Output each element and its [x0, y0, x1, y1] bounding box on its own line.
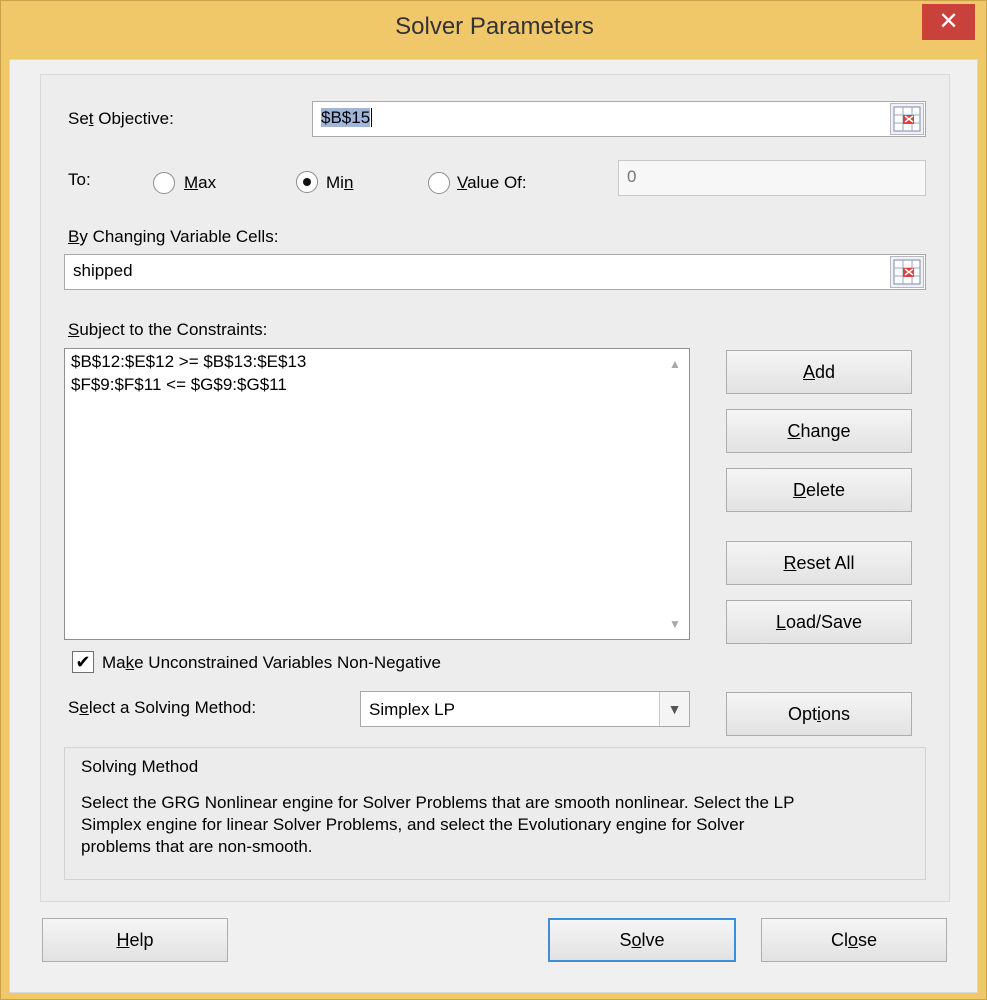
solving-method-label: Select a Solving Method:	[68, 698, 257, 717]
set-objective-label: Set Objective:	[68, 109, 174, 128]
non-negative-checkbox[interactable]: ✔	[72, 651, 94, 673]
range-select-icon	[893, 106, 921, 132]
close-icon: ✕	[938, 8, 959, 35]
solving-method-value: Simplex LP	[369, 700, 455, 719]
objective-value: $B$15	[321, 108, 371, 127]
value-of-radio[interactable]	[428, 172, 450, 194]
description-line: Simplex engine for linear Solver Problem…	[81, 815, 745, 834]
max-radio[interactable]	[153, 172, 175, 194]
variable-cells-label: By Changing Variable Cells:	[68, 227, 279, 246]
scroll-up-icon[interactable]: ▲	[666, 355, 684, 373]
min-radio-selected-dot	[303, 178, 311, 186]
load-save-button[interactable]: Load/Save	[726, 600, 912, 644]
min-label[interactable]: Min	[326, 173, 353, 193]
solver-parameters-window: Solver Parameters ✕ Set Objective: $B$15…	[0, 0, 987, 1000]
close-window-button[interactable]: ✕	[922, 4, 975, 40]
solving-method-description: Solving Method Select the GRG Nonlinear …	[64, 747, 926, 880]
window-title: Solver Parameters	[395, 13, 594, 40]
min-radio[interactable]	[296, 171, 318, 193]
to-label: To:	[68, 170, 91, 189]
chevron-down-icon[interactable]: ▼	[659, 692, 689, 726]
constraints-label: Subject to the Constraints:	[68, 320, 268, 339]
set-objective-input[interactable]: $B$15	[312, 101, 926, 137]
help-button[interactable]: Help	[42, 918, 228, 962]
change-button[interactable]: Change	[726, 409, 912, 453]
variable-cells-range-button[interactable]	[890, 256, 924, 288]
reset-all-button[interactable]: Reset All	[726, 541, 912, 585]
constraints-list[interactable]: $B$12:$E$12 >= $B$13:$E$13 $F$9:$F$11 <=…	[64, 348, 690, 640]
close-button[interactable]: Close	[761, 918, 947, 962]
value-of-label[interactable]: Value Of:	[457, 173, 527, 193]
solve-button[interactable]: Solve	[548, 918, 736, 962]
scroll-down-icon[interactable]: ▼	[666, 615, 684, 633]
max-label[interactable]: Max	[184, 173, 216, 193]
non-negative-label[interactable]: Make Unconstrained Variables Non-Negativ…	[102, 653, 441, 673]
value-of-input[interactable]: 0	[618, 160, 926, 196]
solving-method-select[interactable]: Simplex LP ▼	[360, 691, 690, 727]
description-heading: Solving Method	[81, 757, 199, 776]
delete-button[interactable]: Delete	[726, 468, 912, 512]
constraint-item[interactable]: $F$9:$F$11 <= $G$9:$G$11	[71, 375, 287, 395]
variable-cells-input[interactable]: shipped	[64, 254, 926, 290]
options-button[interactable]: Options	[726, 692, 912, 736]
checkmark-icon: ✔	[75, 652, 91, 672]
range-select-icon	[893, 259, 921, 285]
description-line: Select the GRG Nonlinear engine for Solv…	[81, 793, 795, 812]
dialog-client-area: Set Objective: $B$15 To: Max Min Value O…	[9, 59, 978, 993]
objective-range-button[interactable]	[890, 103, 924, 135]
constraint-item[interactable]: $B$12:$E$12 >= $B$13:$E$13	[71, 352, 306, 372]
title-bar[interactable]: Solver Parameters ✕	[1, 1, 987, 59]
description-line: problems that are non-smooth.	[81, 837, 313, 856]
add-button[interactable]: Add	[726, 350, 912, 394]
